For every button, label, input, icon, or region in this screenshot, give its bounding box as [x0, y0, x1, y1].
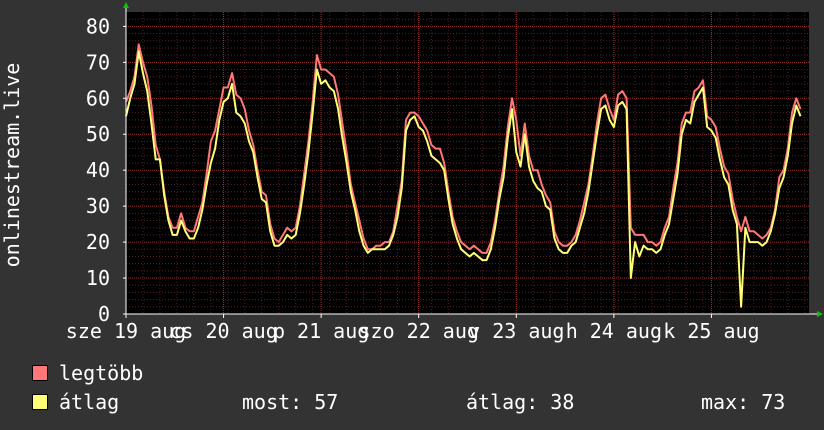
stat-average: átlag: 38 [466, 391, 574, 413]
y-tick-label: 80 [86, 14, 110, 38]
x-tick-label: p 21 aug [273, 319, 369, 343]
legend-item-avg: átlag [32, 391, 119, 413]
legend-swatch-avg [32, 394, 48, 410]
y-tick-label: 10 [86, 266, 110, 290]
y-axis-arrow-icon [123, 2, 129, 8]
y-tick-labels: 01020304050607080 [86, 14, 126, 326]
x-tick-label: szo 22 aug [359, 319, 479, 343]
stat-current-label: most: [242, 390, 303, 414]
y-tick-label: 40 [86, 158, 110, 182]
x-tick-label: k 25 aug [663, 319, 759, 343]
legend-swatch-max [32, 365, 48, 381]
x-tick-label: sze 19 aug [66, 319, 186, 343]
x-tick-label: h 24 aug [566, 319, 662, 343]
stat-average-label: átlag: [466, 390, 539, 414]
x-tick-labels: sze 19 augcs 20 augp 21 augszo 22 augv 2… [66, 314, 760, 343]
legend-label-max: legtöbb [59, 361, 144, 385]
y-axis-label: onlinestream.live [0, 63, 24, 268]
stat-current: most: 57 [242, 391, 338, 413]
x-axis-arrow-icon [817, 311, 823, 317]
x-tick-label: v 23 aug [468, 319, 564, 343]
stat-max: max: 73 [701, 391, 785, 413]
y-tick-label: 60 [86, 86, 110, 110]
minor-grid [126, 12, 809, 314]
y-tick-label: 30 [86, 194, 110, 218]
stat-current-value: 57 [314, 390, 339, 414]
stat-max-label: max: [701, 390, 750, 414]
y-tick-label: 20 [86, 230, 110, 254]
stat-max-value: 73 [761, 390, 786, 414]
y-tick-label: 70 [86, 50, 110, 74]
x-tick-label: cs 20 aug [169, 319, 277, 343]
y-tick-label: 50 [86, 122, 110, 146]
stat-average-value: 38 [550, 390, 575, 414]
legend-item-max: legtöbb [32, 362, 143, 384]
legend-label-avg: átlag [59, 390, 120, 414]
